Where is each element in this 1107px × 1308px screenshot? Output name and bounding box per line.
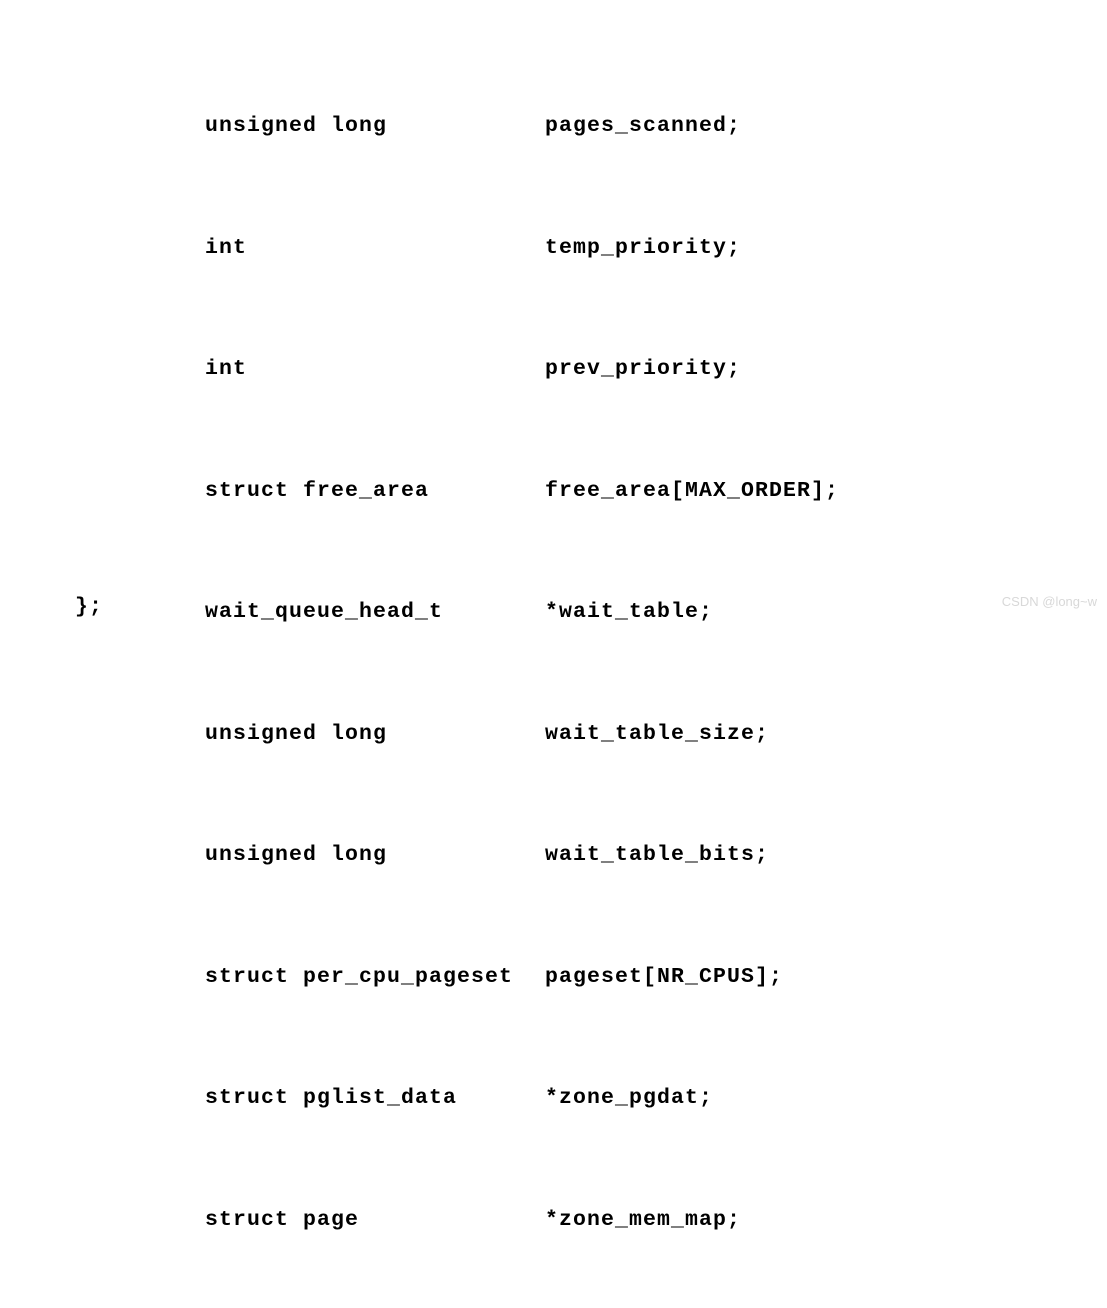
- code-line: struct pglist_data*zone_pgdat;: [205, 1078, 839, 1119]
- code-line: struct free_areafree_area[MAX_ORDER];: [205, 471, 839, 512]
- type-decl: struct per_cpu_pageset: [205, 957, 545, 998]
- type-decl: struct free_area: [205, 471, 545, 512]
- code-line: unsigned longwait_table_bits;: [205, 835, 839, 876]
- code-line: struct page*zone_mem_map;: [205, 1200, 839, 1241]
- code-line: struct per_cpu_pagesetpageset[NR_CPUS];: [205, 957, 839, 998]
- type-decl: unsigned long: [205, 835, 545, 876]
- type-decl: int: [205, 228, 545, 269]
- member-name: free_area[MAX_ORDER];: [545, 471, 839, 512]
- code-line: inttemp_priority;: [205, 228, 839, 269]
- member-name: pageset[NR_CPUS];: [545, 957, 783, 998]
- code-line: wait_queue_head_t*wait_table;: [205, 592, 839, 633]
- member-name: prev_priority;: [545, 349, 741, 390]
- member-name: temp_priority;: [545, 228, 741, 269]
- watermark-text: CSDN @long~w: [1002, 594, 1097, 609]
- type-decl: int: [205, 349, 545, 390]
- type-decl: unsigned long: [205, 714, 545, 755]
- code-line: unsigned longwait_table_size;: [205, 714, 839, 755]
- member-name: pages_scanned;: [545, 106, 741, 147]
- code-line: unsigned longpages_scanned;: [205, 106, 839, 147]
- type-decl: struct page: [205, 1200, 545, 1241]
- member-name: wait_table_bits;: [545, 835, 769, 876]
- member-name: wait_table_size;: [545, 714, 769, 755]
- code-listing: unsigned longpages_scanned; inttemp_prio…: [205, 25, 839, 1308]
- type-decl: struct pglist_data: [205, 1078, 545, 1119]
- code-line: intprev_priority;: [205, 349, 839, 390]
- member-name: *zone_mem_map;: [545, 1200, 741, 1241]
- type-decl: wait_queue_head_t: [205, 592, 545, 633]
- struct-close-brace: };: [75, 595, 103, 619]
- type-decl: unsigned long: [205, 106, 545, 147]
- member-name: *wait_table;: [545, 592, 713, 633]
- member-name: *zone_pgdat;: [545, 1078, 713, 1119]
